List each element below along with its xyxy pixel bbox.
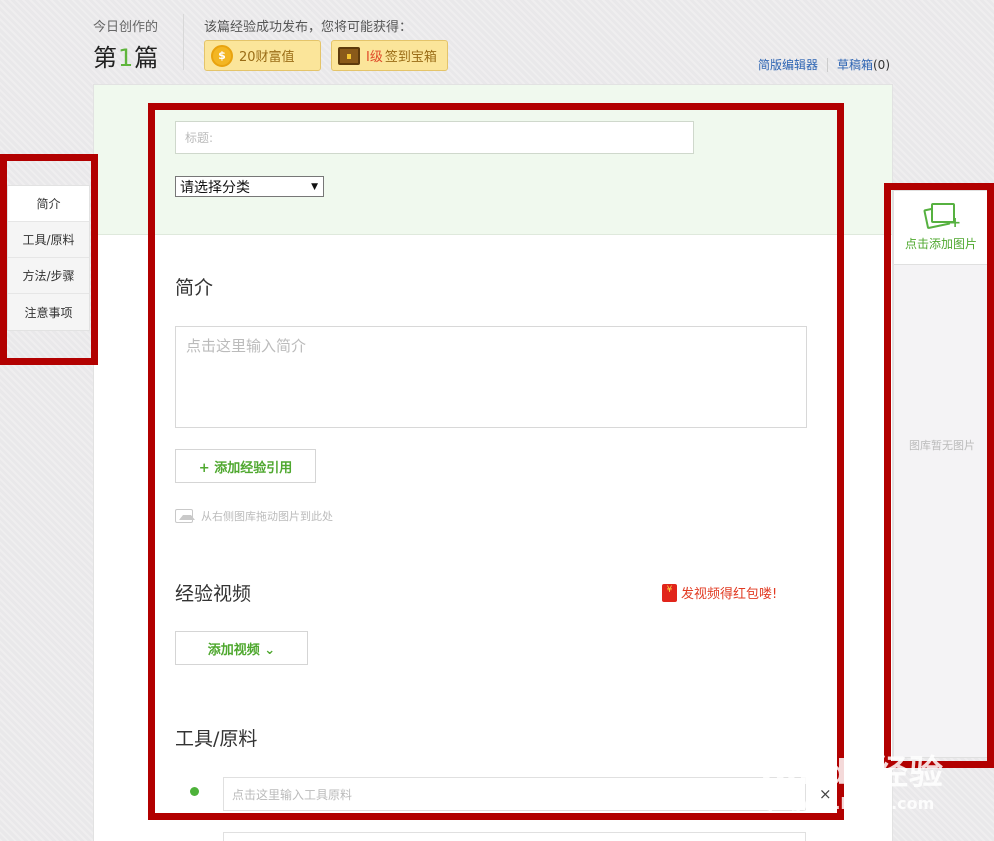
gallery-empty-text: 图库暂无图片 <box>909 439 975 452</box>
nav-item-intro[interactable]: 简介 <box>8 186 89 222</box>
nav-item-steps[interactable]: 方法/步骤 <box>8 258 89 294</box>
link-separator <box>826 57 828 72</box>
coin-icon: $ <box>211 44 233 67</box>
red-envelope-icon: ¥ <box>662 583 677 602</box>
add-picture-button[interactable]: + 点击添加图片 <box>894 191 988 265</box>
drafts-link[interactable]: 草稿箱(0) <box>837 56 890 73</box>
intro-heading: 简介 <box>175 277 214 299</box>
title-area: 请选择分类 ▼ <box>94 85 892 235</box>
section-nav: 简介 工具/原料 方法/步骤 注意事项 <box>7 185 90 331</box>
wealth-reward-badge: $ 20财富值 <box>204 40 321 71</box>
drafts-label: 草稿箱 <box>836 58 873 72</box>
add-picture-label: 点击添加图片 <box>904 237 977 251</box>
tools-heading: 工具/原料 <box>175 728 258 750</box>
simple-editor-link[interactable]: 简版编辑器 <box>758 56 818 73</box>
today-article-count: 第1篇 <box>93 38 159 73</box>
today-count-number: 1 <box>118 44 135 72</box>
top-links: 简版编辑器 草稿箱(0) <box>758 56 890 73</box>
chest-reward-badge: I级 签到宝箱 <box>331 40 448 71</box>
drafts-count: (0) <box>873 58 890 72</box>
today-prefix: 第 <box>93 44 118 72</box>
add-reference-button[interactable]: + 添加经验引用 <box>175 449 316 483</box>
tools-input[interactable]: 点击这里输入工具原料 <box>223 777 806 811</box>
dropdown-arrow-icon: ▼ <box>311 181 318 192</box>
today-suffix: 篇 <box>134 44 160 72</box>
nav-item-notes[interactable]: 注意事项 <box>8 294 89 330</box>
chest-level: I级 <box>366 50 383 65</box>
drag-hint-text: 从右侧图库拖动图片到此处 <box>201 510 333 523</box>
reward-label: 该篇经验成功发布，您将可能获得： <box>204 20 413 35</box>
video-promo-text: 发视频得红包喽! <box>681 587 778 602</box>
category-value: 请选择分类 <box>180 179 250 196</box>
chest-reward-label: 签到宝箱 <box>384 50 437 65</box>
wealth-reward-label: 20财富值 <box>239 50 295 65</box>
image-gallery-panel: + 点击添加图片 图库暂无图片 <box>893 190 989 758</box>
image-icon <box>175 509 195 523</box>
close-icon[interactable]: × <box>819 785 832 803</box>
treasure-chest-icon <box>338 46 360 65</box>
nav-item-tools[interactable]: 工具/原料 <box>8 222 89 258</box>
video-heading: 经验视频 <box>175 583 252 605</box>
title-input[interactable] <box>175 121 694 154</box>
today-created-label: 今日创作的 <box>93 20 159 35</box>
video-promo-link[interactable]: ¥ 发视频得红包喽! <box>662 583 777 602</box>
header-divider <box>183 14 184 70</box>
add-video-button[interactable]: 添加视频 ⌄ <box>175 631 308 665</box>
category-select[interactable]: 请选择分类 ▼ <box>175 176 324 197</box>
add-picture-icon: + <box>923 203 961 230</box>
bullet-dot-icon <box>190 787 199 796</box>
tools-input-next[interactable] <box>223 832 806 841</box>
drag-image-hint: 从右侧图库拖动图片到此处 <box>175 508 333 524</box>
editor-panel: 请选择分类 ▼ 简介 点击这里输入简介 + 添加经验引用 从右侧图库拖动图片到此… <box>93 84 893 841</box>
intro-textarea[interactable]: 点击这里输入简介 <box>175 326 807 428</box>
